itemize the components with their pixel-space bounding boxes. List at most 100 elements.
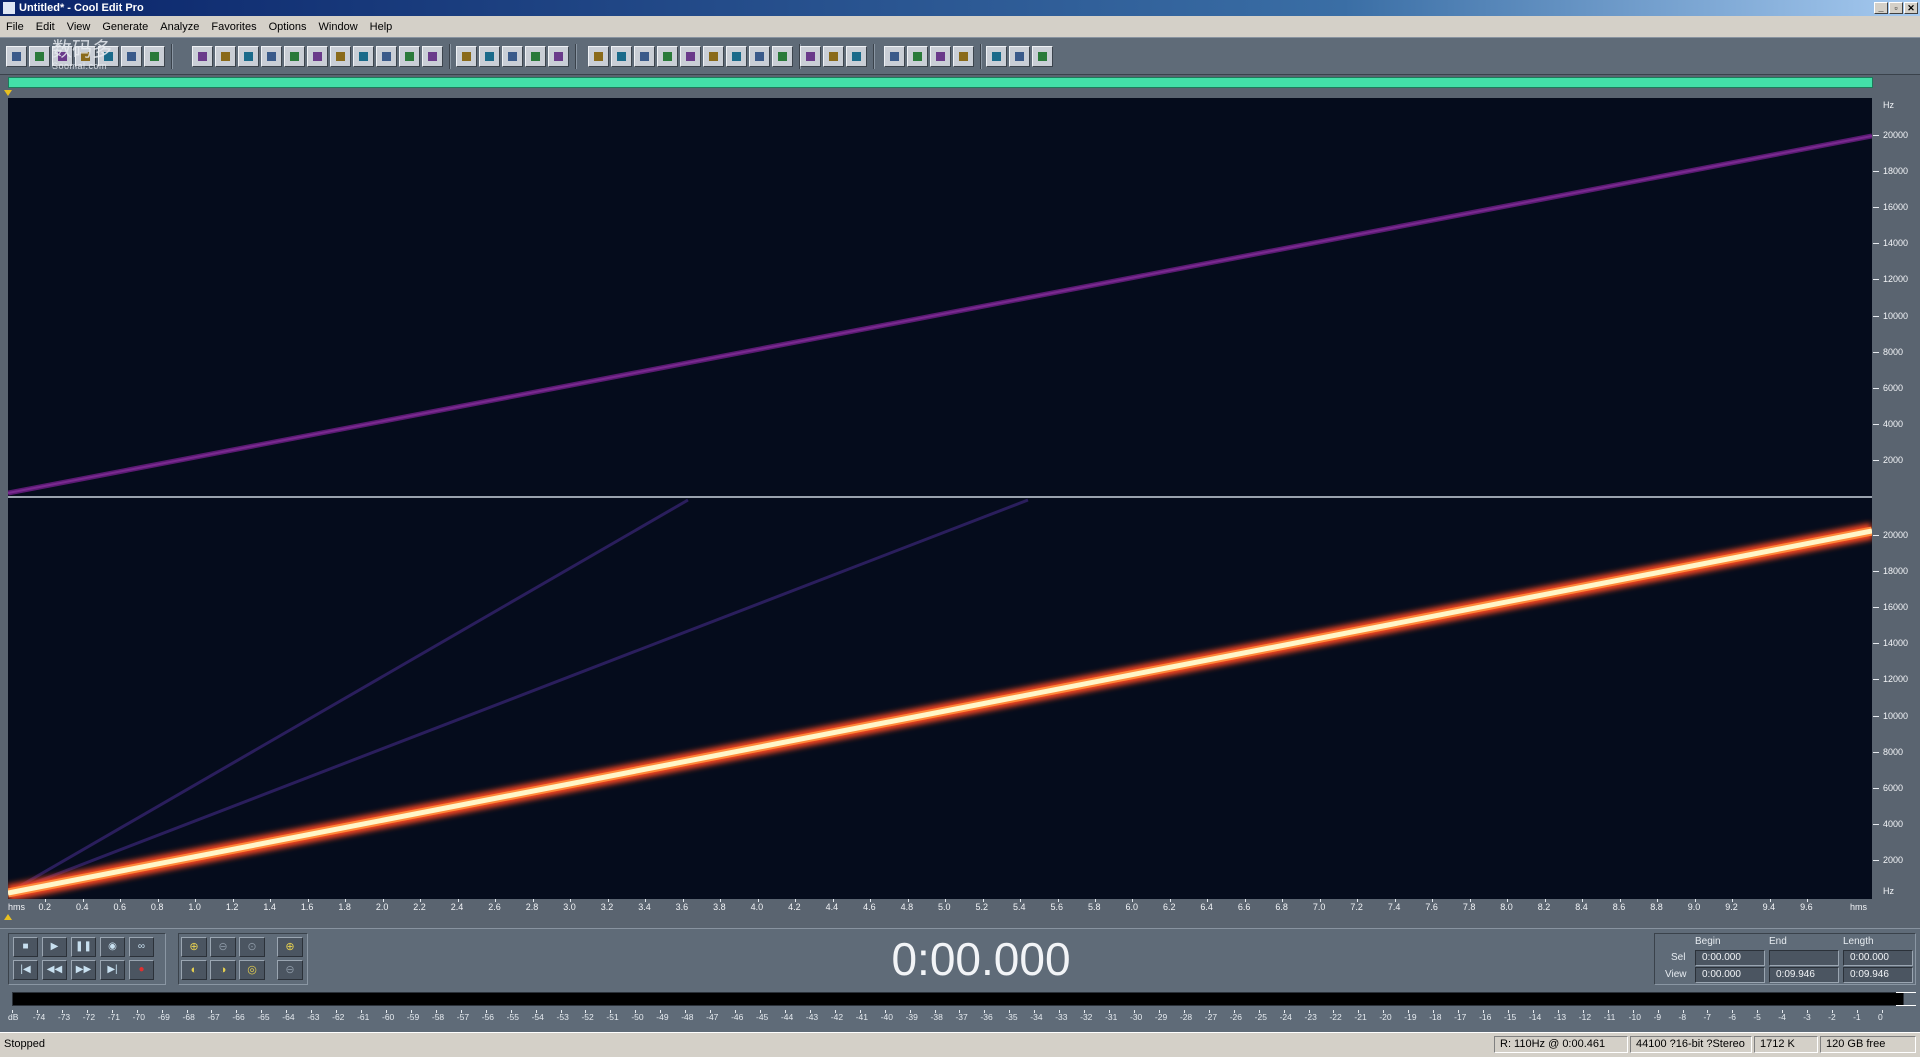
fast-forward-button[interactable]: ▶▶ [71, 960, 96, 980]
toolbar-button-42[interactable] [1032, 46, 1053, 67]
zoom-to-right-button[interactable]: ◑ [210, 960, 236, 980]
spectral-view[interactable] [8, 98, 1872, 899]
toolbar-button-37[interactable] [907, 46, 928, 67]
stop-button[interactable]: ■ [13, 937, 38, 957]
time-display: 0:00.000 [891, 933, 1071, 985]
menu-options[interactable]: Options [263, 21, 313, 33]
record-button[interactable]: ● [129, 960, 154, 980]
toolbar-button-2[interactable] [29, 46, 50, 67]
toolbar-button-12[interactable] [284, 46, 305, 67]
toolbar-button-41[interactable] [1009, 46, 1030, 67]
toolbar-tool-icon [221, 52, 230, 61]
toolbar-button-25[interactable] [611, 46, 632, 67]
toolbar-button-39[interactable] [953, 46, 974, 67]
toolbar-button-10[interactable] [238, 46, 259, 67]
menu-view[interactable]: View [61, 21, 97, 33]
meter-tick-label: -65 [257, 1012, 270, 1022]
toolbar-tool-icon [267, 52, 276, 61]
right-channel-sweep [8, 528, 1872, 896]
meter-tick-label: -14 [1528, 1012, 1542, 1022]
zoom-out-vertical-button[interactable]: ⊖ [277, 960, 303, 980]
time-tick-label: 6.0 [1125, 902, 1138, 912]
meter-tick-label: -72 [82, 1012, 96, 1022]
toolbar-button-18[interactable] [422, 46, 443, 67]
close-button[interactable]: ✕ [1904, 2, 1918, 14]
toolbar-button-16[interactable] [376, 46, 397, 67]
zoom-in-horizontal-button[interactable]: ⊕ [181, 937, 207, 957]
toolbar-button-19[interactable] [456, 46, 477, 67]
view-begin-field[interactable]: 0:00.000 [1695, 967, 1765, 983]
time-ruler[interactable]: hms hms 0.2 0.4 0.6 0.8 1.0 1.2 1.4 1.6 1.8 2.0 2.… [8, 899, 1872, 915]
toolbar-button-35[interactable] [846, 46, 867, 67]
toolbar-button-32[interactable] [772, 46, 793, 67]
menu-file[interactable]: File [0, 21, 30, 33]
minimize-button[interactable]: _ [1874, 2, 1888, 14]
zoom-in-vertical-button[interactable]: ⊕ [277, 937, 303, 957]
toolbar-button-14[interactable] [330, 46, 351, 67]
menu-analyze[interactable]: Analyze [154, 21, 205, 33]
toolbar-button-11[interactable] [261, 46, 282, 67]
menu-favorites[interactable]: Favorites [205, 21, 262, 33]
sel-end-field[interactable] [1769, 950, 1839, 966]
toolbar-button-20[interactable] [479, 46, 500, 67]
toolbar-button-40[interactable] [986, 46, 1007, 67]
toolbar-button-31[interactable] [749, 46, 770, 67]
play-button[interactable]: ▶ [42, 937, 67, 957]
sel-begin-field[interactable]: 0:00.000 [1695, 950, 1765, 966]
toolbar-button-17[interactable] [399, 46, 420, 67]
toolbar-button-34[interactable] [823, 46, 844, 67]
toolbar-button-29[interactable] [703, 46, 724, 67]
hz-tick-label: 12000 [1883, 674, 1909, 685]
toolbar-button-24[interactable] [588, 46, 609, 67]
go-to-start-button[interactable]: |◀ [13, 960, 38, 980]
restore-button[interactable]: ▫ [1889, 2, 1903, 14]
meter-peak-indicator[interactable] [1896, 992, 1916, 1006]
play-to-end-button[interactable]: ◉ [100, 937, 125, 957]
meter-tick-label: -8 [1678, 1012, 1687, 1022]
toolbar-button-36[interactable] [884, 46, 905, 67]
loop-button[interactable]: ∞ [129, 937, 154, 957]
toolbar-tool-icon [508, 52, 517, 61]
menu-generate[interactable]: Generate [96, 21, 154, 33]
start-marker-icon [4, 914, 12, 920]
toolbar-button-15[interactable] [353, 46, 374, 67]
menu-help[interactable]: Help [364, 21, 399, 33]
selection-view-panel: Begin End Length Sel 0:00.000 0:00.000 V… [1654, 933, 1916, 985]
rewind-button[interactable]: ◀◀ [42, 960, 67, 980]
time-tick-label: 1.8 [338, 902, 351, 912]
zoom-full-button[interactable]: ⊙ [239, 937, 265, 957]
toolbar-button-38[interactable] [930, 46, 951, 67]
toolbar-button-27[interactable] [657, 46, 678, 67]
toolbar-button-30[interactable] [726, 46, 747, 67]
hz-tick [1873, 423, 1879, 425]
zoom-out-horizontal-button[interactable]: ⊖ [210, 937, 236, 957]
meter-tick-label: -9 [1653, 1012, 1662, 1022]
menu-edit[interactable]: Edit [30, 21, 61, 33]
time-tick-label: 8.4 [1575, 902, 1588, 912]
zoom-out-icon: ⊖ [218, 941, 228, 953]
toolbar-button-1[interactable] [6, 46, 27, 67]
toolbar-button-8[interactable] [192, 46, 213, 67]
zoom-to-left-button[interactable]: ◐ [181, 960, 207, 980]
toolbar-button-33[interactable] [800, 46, 821, 67]
zoom-to-selection-button[interactable]: ◎ [239, 960, 265, 980]
view-length-field[interactable]: 0:09.946 [1843, 967, 1913, 983]
toolbar-button-22[interactable] [525, 46, 546, 67]
toolbar-button-9[interactable] [215, 46, 236, 67]
transport-controls: ■ ▶ ❚❚ ◉ ∞ |◀ ◀◀ ▶▶ ▶| ● [8, 933, 166, 985]
toolbar-button-13[interactable] [307, 46, 328, 67]
menu-window[interactable]: Window [313, 21, 364, 33]
meter-tick-label: -31 [1105, 1012, 1118, 1022]
go-to-end-button[interactable]: ▶| [100, 960, 125, 980]
meter-tick-label: -41 [855, 1012, 869, 1022]
toolbar-button-28[interactable] [680, 46, 701, 67]
overview-range-bar[interactable] [8, 77, 1873, 88]
sel-length-field[interactable]: 0:00.000 [1843, 950, 1913, 966]
toolbar-button-26[interactable] [634, 46, 655, 67]
pause-button[interactable]: ❚❚ [71, 937, 96, 957]
view-end-field[interactable]: 0:09.946 [1769, 967, 1839, 983]
toolbar-tool-icon [640, 52, 649, 61]
meter-tick-label: dB [8, 1012, 19, 1022]
toolbar-button-23[interactable] [548, 46, 569, 67]
toolbar-button-21[interactable] [502, 46, 523, 67]
